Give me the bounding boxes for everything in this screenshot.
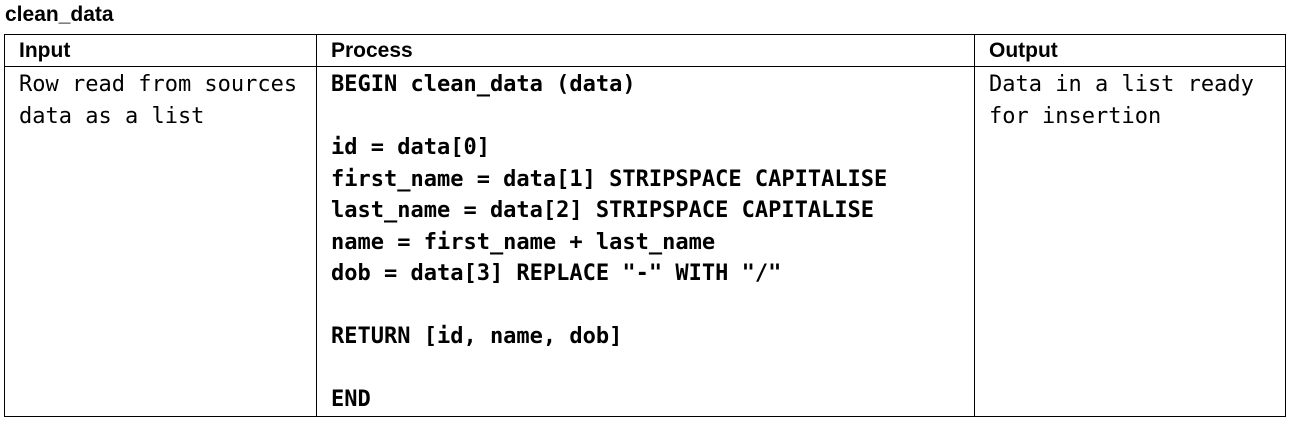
page-title: clean_data [5,3,114,26]
output-column-header: Output [974,34,1286,67]
input-description: Row read from sources data as a list [19,72,298,129]
process-line-blank [331,290,964,322]
process-line-return: RETURN [id, name, dob] [331,324,623,349]
process-cell: BEGIN clean_data (data) id = data[0] fir… [316,66,975,417]
process-line-name: name = first_name + last_name [331,229,716,255]
input-column-header: Input [4,34,317,67]
output-description: Data in a list ready for insertion [989,72,1254,129]
process-line-id: id = data[0] [331,135,490,160]
process-line-blank [331,353,964,385]
table-row: Row read from sources data as a list BEG… [4,66,1286,417]
process-column-header: Process [316,34,975,67]
process-line-begin: BEGIN clean_data (data) [331,72,636,97]
table-header-row: Input Process Output [4,34,1286,67]
process-line-end: END [331,387,371,412]
input-cell: Row read from sources data as a list [4,66,317,417]
output-cell: Data in a list ready for insertion [974,66,1286,417]
process-line-dob: dob = data[3] REPLACE "-" WITH "/" [331,261,782,286]
process-line-first-name: first_name = data[1] STRIPSPACE CAPITALI… [331,166,888,192]
process-line-last-name: last_name = data[2] STRIPSPACE CAPITALIS… [331,198,875,223]
ipo-table: Input Process Output Row read from sourc… [4,34,1286,417]
process-line-blank [331,101,964,133]
